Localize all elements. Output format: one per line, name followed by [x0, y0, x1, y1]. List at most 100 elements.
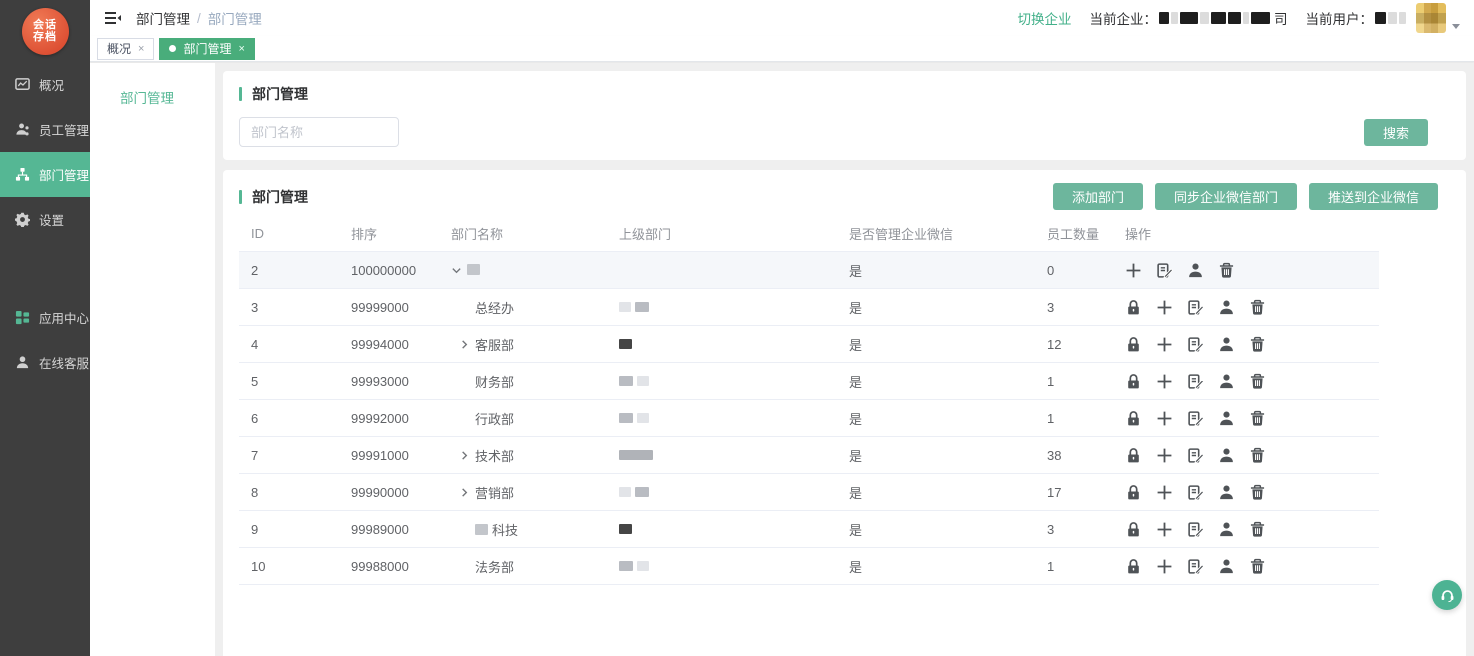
user-icon[interactable]: [1218, 410, 1235, 427]
edit-icon[interactable]: [1187, 447, 1204, 464]
company-suffix: 司: [1274, 8, 1288, 28]
edit-icon[interactable]: [1187, 521, 1204, 538]
search-card-title-row: 部门管理: [239, 84, 1450, 104]
cell-sort: 99989000: [351, 522, 451, 537]
edit-icon[interactable]: [1187, 336, 1204, 353]
plus-icon[interactable]: [1156, 521, 1173, 538]
user-menu-caret-icon[interactable]: [1452, 24, 1460, 29]
department-name-input[interactable]: [239, 117, 399, 147]
lock-icon[interactable]: [1125, 521, 1142, 538]
lock-icon[interactable]: [1125, 558, 1142, 575]
edit-icon[interactable]: [1187, 484, 1204, 501]
lock-icon[interactable]: [1125, 299, 1142, 316]
trash-icon[interactable]: [1249, 373, 1266, 390]
user-icon[interactable]: [1218, 484, 1235, 501]
plus-icon[interactable]: [1156, 410, 1173, 427]
trash-icon[interactable]: [1249, 410, 1266, 427]
user-icon[interactable]: [1218, 336, 1235, 353]
sidebar-item-employees[interactable]: 员工管理: [0, 107, 90, 152]
trash-icon[interactable]: [1249, 299, 1266, 316]
cell-manage-wechat: 是: [837, 298, 1007, 317]
redacted-text: [637, 413, 649, 423]
caret-right-icon[interactable]: [459, 450, 470, 461]
add-department-button[interactable]: 添加部门: [1053, 183, 1143, 210]
cell-sort: 99988000: [351, 559, 451, 574]
department-name: [467, 263, 484, 278]
edit-icon[interactable]: [1187, 373, 1204, 390]
tab-close-icon[interactable]: ×: [138, 43, 144, 55]
tab-overview[interactable]: 概况 ×: [97, 38, 154, 60]
cell-department-name: 科技: [451, 520, 619, 539]
cell-sort: 99994000: [351, 337, 451, 352]
sidebar-item-service[interactable]: 在线客服: [0, 340, 90, 385]
service-icon: [15, 355, 30, 370]
sidebar-nav: 概况 员工管理 部门管理 设置 应用中心 在线客服: [0, 62, 90, 385]
tab-departments[interactable]: 部门管理 ×: [159, 38, 254, 60]
cell-parent-department: [619, 339, 837, 349]
edit-icon[interactable]: [1187, 558, 1204, 575]
cell-manage-wechat: 是: [837, 372, 1007, 391]
current-company: 当前企业： 司: [1090, 8, 1288, 28]
user-icon[interactable]: [1218, 558, 1235, 575]
caret-right-icon[interactable]: [459, 339, 470, 350]
submenu-item-departments[interactable]: 部门管理: [90, 87, 215, 107]
sidebar-item-label: 概况: [39, 75, 64, 94]
sidebar-item-departments[interactable]: 部门管理: [0, 152, 90, 197]
breadcrumb-section[interactable]: 部门管理: [136, 8, 190, 28]
tab-close-icon[interactable]: ×: [238, 43, 244, 55]
plus-icon[interactable]: [1156, 484, 1173, 501]
edit-icon[interactable]: [1187, 299, 1204, 316]
collapse-sidebar-icon[interactable]: [104, 9, 122, 27]
search-card-title: 部门管理: [252, 84, 308, 104]
cell-employee-count: 1: [1007, 374, 1125, 389]
column-header: 上级部门: [619, 224, 837, 243]
plus-icon[interactable]: [1156, 558, 1173, 575]
user-icon[interactable]: [1218, 373, 1235, 390]
lock-icon[interactable]: [1125, 484, 1142, 501]
user-avatar[interactable]: [1416, 3, 1446, 33]
cell-department-name: 总经办: [451, 298, 619, 317]
lock-icon[interactable]: [1125, 447, 1142, 464]
trash-icon[interactable]: [1218, 262, 1235, 279]
cell-employee-count: 0: [1007, 263, 1125, 278]
cell-parent-department: [619, 413, 837, 423]
lock-icon[interactable]: [1125, 410, 1142, 427]
user-icon[interactable]: [1218, 299, 1235, 316]
sidebar-item-apps[interactable]: 应用中心: [0, 295, 90, 340]
customer-service-float-button[interactable]: [1432, 580, 1462, 610]
cell-actions: [1125, 410, 1379, 427]
plus-icon[interactable]: [1156, 373, 1173, 390]
plus-icon[interactable]: [1156, 336, 1173, 353]
switch-company-link[interactable]: 切换企业: [1018, 8, 1072, 28]
redacted-text: [619, 487, 631, 497]
trash-icon[interactable]: [1249, 521, 1266, 538]
user-icon[interactable]: [1218, 447, 1235, 464]
caret-down-icon[interactable]: [451, 265, 462, 276]
user-icon[interactable]: [1218, 521, 1235, 538]
redacted-text: [475, 524, 488, 535]
edit-icon[interactable]: [1156, 262, 1173, 279]
lock-icon[interactable]: [1125, 373, 1142, 390]
search-button[interactable]: 搜索: [1364, 119, 1428, 146]
cell-manage-wechat: 是: [837, 446, 1007, 465]
caret-right-icon[interactable]: [459, 487, 470, 498]
column-header: 是否管理企业微信: [837, 224, 1007, 243]
plus-icon[interactable]: [1125, 262, 1142, 279]
sidebar-item-settings[interactable]: 设置: [0, 197, 90, 242]
cell-id: 3: [239, 300, 351, 315]
trash-icon[interactable]: [1249, 447, 1266, 464]
trash-icon[interactable]: [1249, 336, 1266, 353]
edit-icon[interactable]: [1187, 410, 1204, 427]
column-header: 排序: [351, 224, 451, 243]
sidebar-item-overview[interactable]: 概况: [0, 62, 90, 107]
plus-icon[interactable]: [1156, 447, 1173, 464]
user-icon[interactable]: [1187, 262, 1204, 279]
plus-icon[interactable]: [1156, 299, 1173, 316]
sync-wechat-departments-button[interactable]: 同步企业微信部门: [1155, 183, 1297, 210]
lock-icon[interactable]: [1125, 336, 1142, 353]
push-to-wechat-button[interactable]: 推送到企业微信: [1309, 183, 1438, 210]
table-card-header: 部门管理 添加部门同步企业微信部门推送到企业微信: [239, 183, 1450, 210]
trash-icon[interactable]: [1249, 484, 1266, 501]
redacted-text: [637, 561, 649, 571]
trash-icon[interactable]: [1249, 558, 1266, 575]
